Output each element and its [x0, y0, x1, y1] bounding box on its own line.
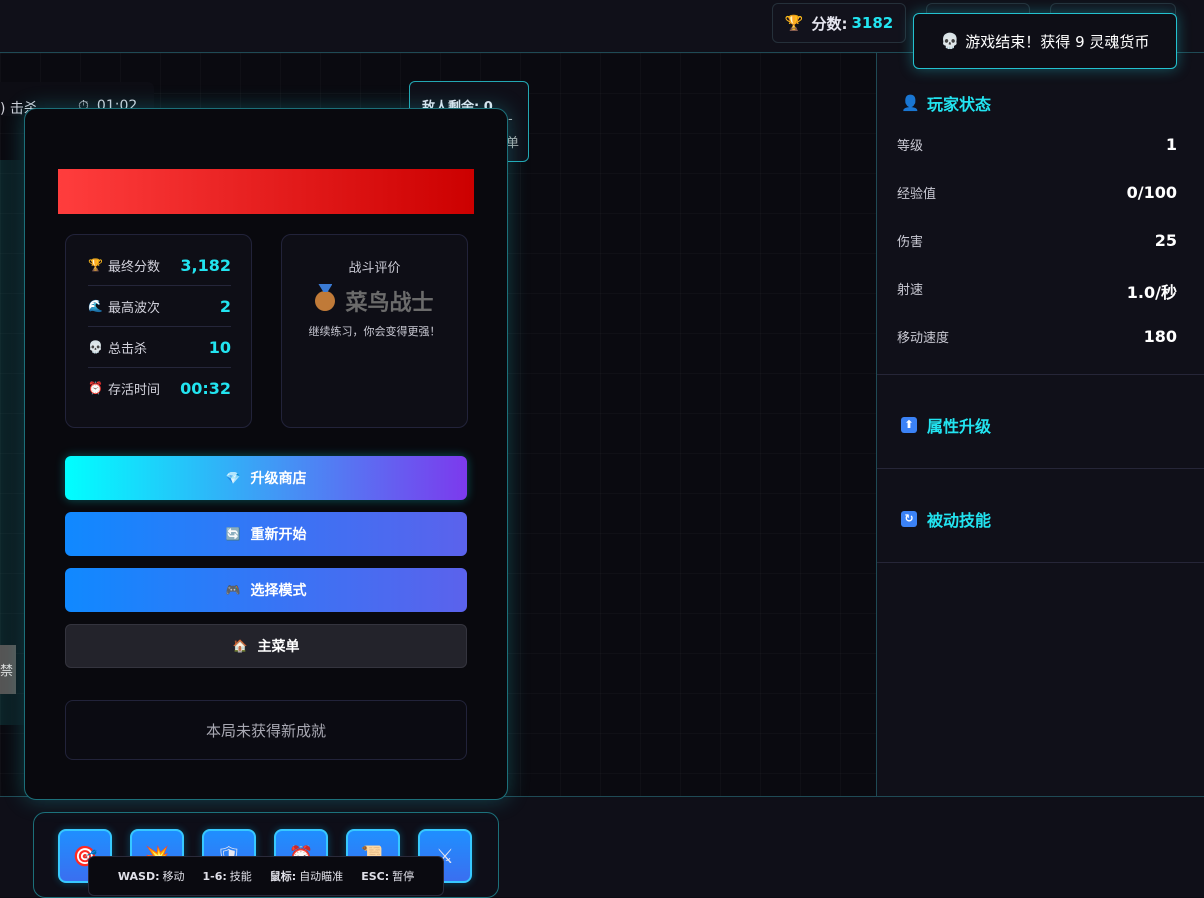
final-stats-card: 🏆 最终分数 3,182 🌊 最高波次 2 💀 总击杀 10 ⏰ 存活时间 00… [65, 234, 252, 428]
upgrade-shop-button[interactable]: 💎 升级商店 [65, 456, 467, 500]
main-menu-button[interactable]: 🏠 主菜单 [65, 624, 467, 668]
stat-row: 🌊 最高波次 2 [88, 286, 231, 327]
stat-row: 等级 1 [897, 135, 1177, 154]
stat-value: 2 [219, 296, 231, 316]
stat-label: 存活时间 [108, 382, 161, 398]
divider [877, 562, 1204, 563]
side-panel: 👤 玩家状态 等级 1 经验值 0/100 伤害 25 射速 1.0/秒 移动速度 180… [876, 53, 1204, 796]
gamepad-icon: 🎮 [225, 583, 241, 597]
stat-row: 射速 1.0/秒 [897, 283, 1177, 302]
score-display: 🏆 分数: 3182 [772, 3, 906, 43]
controls-hint: WASD: 移动 1-6: 技能 鼠标: 自动瞄准 ESC: 暂停 [88, 856, 444, 896]
gem-icon: 💎 [225, 471, 241, 485]
battle-rating-card: 战斗评价 菜鸟战士 继续练习，你会变得更强！ [281, 234, 468, 428]
divider [877, 468, 1204, 469]
score-label: 分数: [811, 14, 848, 33]
trophy-icon: 🏆 [88, 258, 103, 272]
toast-text: 游戏结束！获得 9 灵魂货币 [965, 32, 1150, 51]
left-edge-chip[interactable]: 禁 [0, 645, 16, 694]
wave-icon: 🌊 [88, 299, 103, 313]
control-hint-item: WASD: 移动 [117, 870, 185, 883]
alarm-icon: ⏰ [88, 381, 103, 395]
stat-label: 最高波次 [108, 300, 161, 316]
enemy-side-text: - [508, 112, 513, 127]
skull-icon: 💀 [940, 32, 960, 50]
stat-row: 移动速度 180 [897, 327, 1177, 346]
trophy-icon: 🏆 [784, 14, 804, 32]
achievements-box: 本局未获得新成就 [65, 700, 467, 760]
control-hint-item: 鼠标: 自动瞄准 [269, 870, 344, 883]
control-hint-item: ESC: 暂停 [361, 870, 415, 883]
refresh-icon: 🔄 [225, 527, 241, 541]
stat-row: ⏰ 存活时间 00:32 [88, 368, 231, 408]
user-icon: 👤 [901, 94, 920, 112]
passive-skills-title[interactable]: ↻ 被动技能 [901, 507, 991, 531]
restart-button[interactable]: 🔄 重新开始 [65, 512, 467, 556]
home-icon: 🏠 [232, 639, 248, 653]
game-over-banner [58, 169, 474, 214]
skull-icon: 💀 [88, 340, 103, 354]
divider [877, 374, 1204, 375]
stat-value: 3,182 [180, 255, 231, 275]
game-over-toast: 💀 游戏结束！获得 9 灵魂货币 [913, 13, 1177, 69]
rating-desc: 继续练习，你会变得更强！ [308, 325, 441, 338]
select-mode-button[interactable]: 🎮 选择模式 [65, 568, 467, 612]
attribute-upgrade-title[interactable]: ⬆ 属性升级 [901, 413, 991, 437]
stat-row: 🏆 最终分数 3,182 [88, 245, 231, 286]
refresh-icon: ↻ [901, 511, 917, 527]
rating-title: 战斗评价 [348, 261, 401, 276]
stat-row: 经验值 0/100 [897, 183, 1177, 202]
stat-label: 总击杀 [108, 341, 148, 357]
score-value: 3182 [851, 14, 894, 32]
stat-row: 伤害 25 [897, 231, 1177, 250]
player-status-title: 👤 玩家状态 [901, 94, 992, 114]
stat-label: 最终分数 [108, 259, 161, 275]
control-hint-item: 1-6: 技能 [202, 870, 252, 883]
game-over-modal: 🏆 最终分数 3,182 🌊 最高波次 2 💀 总击杀 10 ⏰ 存活时间 00… [24, 108, 508, 800]
bronze-medal-icon [315, 291, 336, 311]
stat-value: 00:32 [180, 378, 231, 398]
rating-rank: 菜鸟战士 [282, 285, 467, 317]
arrow-up-icon: ⬆ [901, 417, 917, 433]
stat-row: 💀 总击杀 10 [88, 327, 231, 368]
stat-value: 10 [208, 337, 231, 357]
